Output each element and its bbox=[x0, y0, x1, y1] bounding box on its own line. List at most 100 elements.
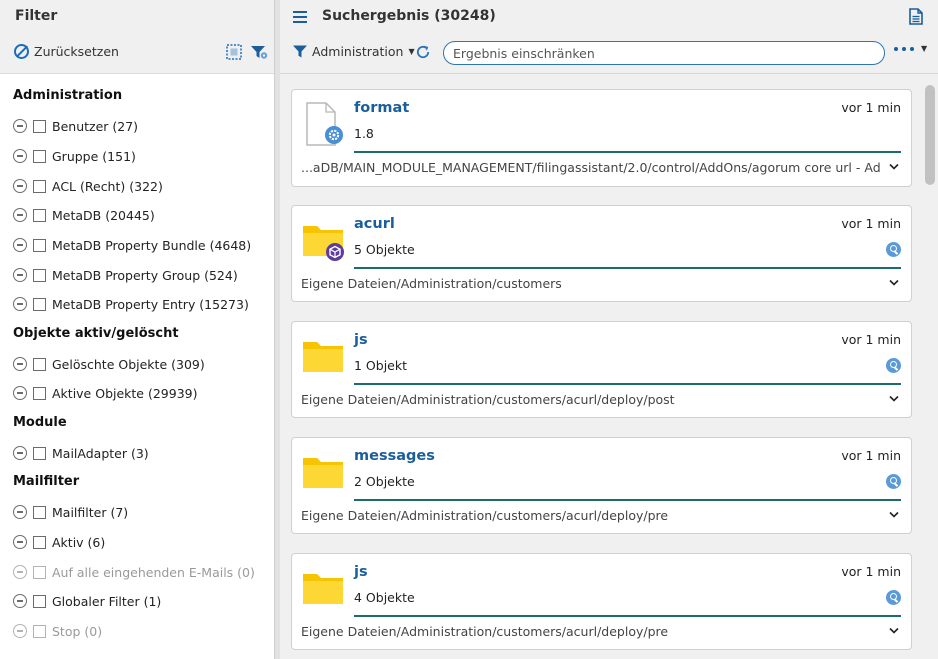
result-name[interactable]: js bbox=[354, 332, 368, 348]
filter-item-label: Stop (0) bbox=[52, 623, 103, 639]
exclude-icon[interactable] bbox=[13, 446, 27, 460]
filter-item[interactable]: Mailfilter (7) bbox=[13, 503, 128, 521]
filter-checkbox[interactable] bbox=[33, 297, 46, 311]
scope-dropdown[interactable]: Administration ▼ bbox=[292, 44, 415, 59]
separator bbox=[354, 499, 901, 501]
filter-item-label: MetaDB Property Entry (15273) bbox=[52, 296, 249, 312]
result-name[interactable]: acurl bbox=[354, 216, 395, 232]
result-card[interactable]: js 1 Objekt vor 1 min Eigene Dateien/Adm… bbox=[291, 321, 912, 418]
filter-item[interactable]: MailAdapter (3) bbox=[13, 444, 149, 462]
filter-item[interactable]: Gruppe (151) bbox=[13, 147, 136, 165]
separator bbox=[354, 151, 901, 153]
filter-checkbox[interactable] bbox=[33, 505, 46, 519]
result-card[interactable]: messages 2 Objekte vor 1 min Eigene Date… bbox=[291, 437, 912, 534]
filter-settings-icon[interactable] bbox=[250, 44, 268, 60]
filter-checkbox[interactable] bbox=[33, 119, 46, 133]
filter-item[interactable]: MetaDB Property Bundle (4648) bbox=[13, 236, 251, 254]
exclude-icon[interactable] bbox=[13, 238, 27, 252]
filter-item-label: Globaler Filter (1) bbox=[52, 593, 162, 609]
search-in-folder-icon[interactable] bbox=[886, 242, 901, 257]
results-list: format 1.8 vor 1 min ...aDB/MAIN_MODULE_… bbox=[280, 75, 922, 659]
search-field[interactable] bbox=[443, 41, 885, 65]
exclude-icon[interactable] bbox=[13, 386, 27, 400]
chevron-down-icon[interactable] bbox=[889, 279, 899, 286]
result-path[interactable]: Eigene Dateien/Administration/customers bbox=[301, 276, 881, 291]
chevron-down-icon[interactable] bbox=[889, 627, 899, 634]
result-card[interactable]: format 1.8 vor 1 min ...aDB/MAIN_MODULE_… bbox=[291, 89, 912, 187]
scope-label: Administration bbox=[312, 44, 404, 59]
search-in-folder-icon[interactable] bbox=[886, 590, 901, 605]
filter-panel: Filter Zurücksetzen Administration Benut… bbox=[0, 0, 274, 659]
result-name[interactable]: format bbox=[354, 100, 409, 116]
filter-item-label: ACL (Recht) (322) bbox=[52, 178, 163, 194]
reset-button[interactable]: Zurücksetzen bbox=[14, 44, 119, 59]
exclude-icon bbox=[13, 565, 27, 579]
filter-checkbox[interactable] bbox=[33, 446, 46, 460]
filter-checkbox[interactable] bbox=[33, 594, 46, 608]
filter-item[interactable]: ACL (Recht) (322) bbox=[13, 177, 163, 195]
document-icon[interactable] bbox=[909, 8, 923, 25]
filter-item[interactable]: MetaDB Property Group (524) bbox=[13, 266, 238, 284]
filter-item[interactable]: MetaDB (20445) bbox=[13, 206, 155, 224]
filter-title: Filter bbox=[15, 8, 58, 24]
exclude-icon[interactable] bbox=[13, 268, 27, 282]
filter-item-disabled: Stop (0) bbox=[13, 622, 102, 640]
result-time: vor 1 min bbox=[841, 216, 901, 231]
folder-module-icon bbox=[303, 226, 344, 261]
results-scrollbar[interactable] bbox=[922, 75, 938, 659]
chevron-down-icon[interactable] bbox=[889, 163, 899, 170]
filter-item[interactable]: Aktive Objekte (29939) bbox=[13, 384, 197, 402]
search-input[interactable] bbox=[444, 42, 884, 64]
filter-item[interactable]: Globaler Filter (1) bbox=[13, 592, 161, 610]
filter-item[interactable]: Gelöschte Objekte (309) bbox=[13, 355, 205, 373]
chevron-down-icon[interactable] bbox=[889, 511, 899, 518]
result-subtitle: 1.8 bbox=[354, 126, 374, 141]
filter-item-label: MailAdapter (3) bbox=[52, 445, 149, 461]
filter-item-label: Benutzer (27) bbox=[52, 118, 139, 134]
search-in-folder-icon[interactable] bbox=[886, 474, 901, 489]
menu-icon[interactable] bbox=[293, 11, 307, 23]
folder-icon bbox=[303, 574, 343, 604]
exclude-icon[interactable] bbox=[13, 179, 27, 193]
chevron-down-icon[interactable] bbox=[889, 395, 899, 402]
filter-checkbox[interactable] bbox=[33, 238, 46, 252]
result-path[interactable]: ...aDB/MAIN_MODULE_MANAGEMENT/filingassi… bbox=[301, 160, 881, 175]
refresh-icon[interactable] bbox=[415, 44, 431, 60]
filter-item-label: MetaDB Property Group (524) bbox=[52, 267, 238, 283]
select-area-icon[interactable] bbox=[226, 44, 242, 60]
filter-item[interactable]: MetaDB Property Entry (15273) bbox=[13, 295, 249, 313]
search-in-folder-icon[interactable] bbox=[886, 358, 901, 373]
result-path[interactable]: Eigene Dateien/Administration/customers/… bbox=[301, 508, 881, 523]
result-name[interactable]: messages bbox=[354, 448, 435, 464]
filter-item[interactable]: Benutzer (27) bbox=[13, 117, 138, 135]
filter-checkbox[interactable] bbox=[33, 179, 46, 193]
exclude-icon[interactable] bbox=[13, 535, 27, 549]
exclude-icon[interactable] bbox=[13, 149, 27, 163]
exclude-icon[interactable] bbox=[13, 119, 27, 133]
exclude-icon[interactable] bbox=[13, 594, 27, 608]
filter-checkbox[interactable] bbox=[33, 208, 46, 222]
filter-checkbox[interactable] bbox=[33, 357, 46, 371]
result-subtitle: 5 Objekte bbox=[354, 242, 415, 257]
more-options-button[interactable]: ▼ bbox=[894, 44, 927, 53]
filter-item[interactable]: Aktiv (6) bbox=[13, 533, 105, 551]
exclude-icon[interactable] bbox=[13, 208, 27, 222]
filter-checkbox[interactable] bbox=[33, 535, 46, 549]
result-card[interactable]: acurl 5 Objekte vor 1 min Eigene Dateien… bbox=[291, 205, 912, 302]
exclude-icon[interactable] bbox=[13, 297, 27, 311]
filter-item-label: Aktiv (6) bbox=[52, 534, 106, 550]
results-header: Suchergebnis (30248) Administration ▼ ▼ bbox=[280, 0, 938, 74]
result-name[interactable]: js bbox=[354, 564, 368, 580]
result-time: vor 1 min bbox=[841, 100, 901, 115]
filter-checkbox[interactable] bbox=[33, 268, 46, 282]
result-path[interactable]: Eigene Dateien/Administration/customers/… bbox=[301, 392, 881, 407]
result-path[interactable]: Eigene Dateien/Administration/customers/… bbox=[301, 624, 881, 639]
result-time: vor 1 min bbox=[841, 448, 901, 463]
scrollbar-thumb[interactable] bbox=[925, 85, 935, 185]
exclude-icon[interactable] bbox=[13, 505, 27, 519]
filter-checkbox[interactable] bbox=[33, 386, 46, 400]
result-card[interactable]: js 4 Objekte vor 1 min Eigene Dateien/Ad… bbox=[291, 553, 912, 650]
exclude-icon[interactable] bbox=[13, 357, 27, 371]
reset-label: Zurücksetzen bbox=[34, 44, 119, 59]
filter-checkbox[interactable] bbox=[33, 149, 46, 163]
